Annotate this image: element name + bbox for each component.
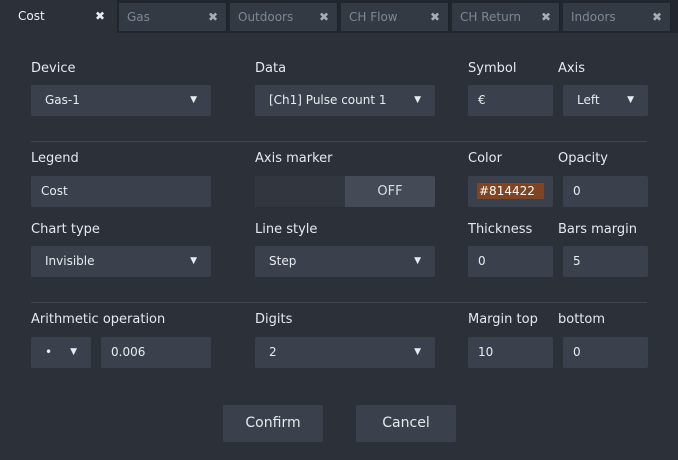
axis-marker-toggle[interactable]: OFF (255, 176, 435, 207)
chart-type-label: Chart type (31, 222, 100, 237)
margin-top-value: 10 (478, 345, 494, 359)
margin-bottom-input[interactable]: 0 (563, 337, 648, 368)
close-icon[interactable]: ✖ (319, 3, 329, 31)
thickness-value: 0 (478, 254, 486, 268)
tab-label: Cost (18, 9, 45, 23)
axis-label: Axis (558, 61, 585, 76)
legend-label: Legend (31, 151, 79, 166)
tab-label: Indoors (571, 10, 616, 24)
section-divider (31, 302, 647, 303)
device-select[interactable]: Gas-1 ▼ (31, 85, 211, 116)
chevron-down-icon: ▼ (190, 95, 197, 105)
operator-select[interactable]: • ▼ (31, 337, 91, 368)
symbol-value: € (478, 93, 486, 107)
color-swatch[interactable]: #814422 (477, 183, 544, 199)
chevron-down-icon: ▼ (414, 256, 421, 266)
margin-bottom-label: bottom (558, 312, 606, 327)
axis-value: Left (577, 93, 600, 107)
tab-label: CH Flow (349, 10, 398, 24)
tab-ch-return[interactable]: CH Return ✖ (452, 3, 560, 31)
symbol-label: Symbol (468, 61, 517, 76)
tab-indoors[interactable]: Indoors ✖ (563, 3, 671, 31)
tab-outdoors[interactable]: Outdoors ✖ (230, 3, 338, 31)
chevron-down-icon: ▼ (190, 256, 197, 266)
margin-top-label: Margin top (468, 312, 538, 327)
line-style-value: Step (269, 254, 297, 268)
section-divider (31, 141, 647, 142)
arithmetic-value: 0.006 (111, 345, 146, 359)
bars-margin-label: Bars margin (558, 222, 637, 237)
toggle-track (255, 176, 345, 207)
legend-value: Cost (41, 184, 68, 198)
line-style-select[interactable]: Step ▼ (255, 246, 435, 277)
digits-label: Digits (255, 312, 293, 327)
axis-marker-label: Axis marker (255, 151, 333, 166)
digits-select[interactable]: 2 ▼ (255, 337, 435, 368)
color-label: Color (468, 151, 502, 166)
legend-input[interactable]: Cost (31, 176, 211, 207)
line-style-label: Line style (255, 222, 318, 237)
device-value: Gas-1 (45, 93, 80, 107)
tab-label: CH Return (460, 10, 522, 24)
close-icon[interactable]: ✖ (541, 3, 551, 31)
cancel-button[interactable]: Cancel (356, 405, 456, 442)
tab-label: Gas (127, 10, 150, 24)
tab-label: Outdoors (238, 10, 294, 24)
margin-bottom-value: 0 (573, 345, 581, 359)
data-value: [Ch1] Pulse count 1 (269, 93, 387, 107)
chevron-down-icon: ▼ (70, 347, 77, 357)
tab-cost[interactable]: Cost ✖ (0, 0, 118, 33)
chevron-down-icon: ▼ (414, 95, 421, 105)
thickness-input[interactable]: 0 (468, 246, 553, 277)
confirm-button[interactable]: Confirm (223, 405, 323, 442)
data-label: Data (255, 61, 287, 76)
arithmetic-value-input[interactable]: 0.006 (101, 337, 211, 368)
tab-bar: Cost ✖ Gas ✖ Outdoors ✖ CH Flow ✖ CH Ret… (0, 0, 678, 33)
close-icon[interactable]: ✖ (652, 3, 662, 31)
bars-margin-value: 5 (573, 254, 581, 268)
close-icon[interactable]: ✖ (208, 3, 218, 31)
chart-type-select[interactable]: Invisible ▼ (31, 246, 211, 277)
axis-select[interactable]: Left ▼ (563, 85, 648, 116)
opacity-value: 0 (573, 184, 581, 198)
toggle-off-state: OFF (345, 176, 435, 207)
bars-margin-input[interactable]: 5 (563, 246, 648, 277)
close-icon[interactable]: ✖ (430, 3, 440, 31)
opacity-label: Opacity (558, 151, 609, 166)
device-label: Device (31, 61, 76, 76)
data-select[interactable]: [Ch1] Pulse count 1 ▼ (255, 85, 435, 116)
chevron-down-icon: ▼ (414, 347, 421, 357)
opacity-input[interactable]: 0 (563, 176, 648, 207)
tab-ch-flow[interactable]: CH Flow ✖ (341, 3, 449, 31)
symbol-input[interactable]: € (468, 85, 553, 116)
arithmetic-operation-label: Arithmetic operation (31, 312, 166, 327)
chevron-down-icon: ▼ (627, 95, 634, 105)
tab-gas[interactable]: Gas ✖ (119, 3, 227, 31)
operator-value: • (45, 345, 53, 359)
chart-type-value: Invisible (45, 254, 95, 268)
thickness-label: Thickness (468, 222, 533, 237)
margin-top-input[interactable]: 10 (468, 337, 553, 368)
close-icon[interactable]: ✖ (95, 0, 105, 33)
digits-value: 2 (269, 345, 277, 359)
